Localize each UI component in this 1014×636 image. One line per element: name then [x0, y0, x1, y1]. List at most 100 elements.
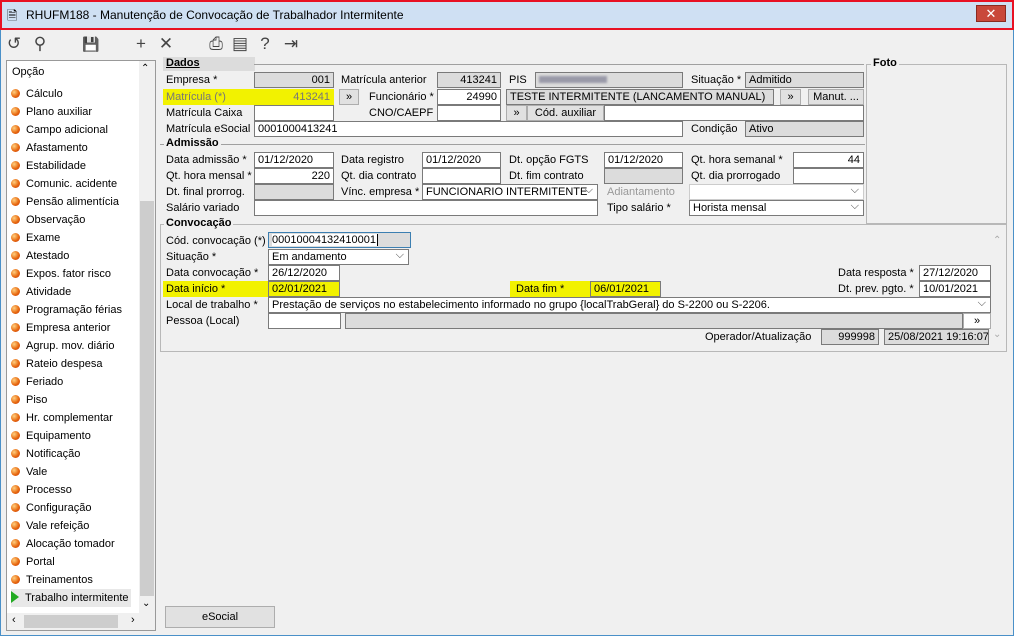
print-icon[interactable]: ⎙ — [206, 34, 226, 54]
data-fim-field[interactable]: 06/01/2021 — [590, 281, 661, 297]
sidebar-item[interactable]: Comunic. acidente — [11, 175, 117, 193]
scroll-left-icon[interactable]: ‹ — [12, 614, 16, 626]
empresa-field[interactable]: 001 — [254, 72, 334, 88]
manut-button[interactable]: Manut. ... — [808, 89, 864, 105]
cod-convocacao-field[interactable]: 00010004132410001 — [268, 232, 411, 248]
sidebar-item[interactable]: Equipamento — [11, 427, 91, 445]
qt-hora-mensal-field[interactable]: 220 — [254, 168, 334, 184]
scroll-thumb[interactable] — [140, 201, 154, 596]
vertical-scrollbar[interactable]: ⌃ ⌄ — [139, 61, 155, 613]
qt-dia-contrato-field[interactable] — [422, 168, 501, 184]
tipo-salario-select[interactable]: Horista mensal — [689, 200, 864, 216]
qt-hora-semanal-field[interactable]: 44 — [793, 152, 864, 168]
pessoa-local-field[interactable] — [268, 313, 341, 329]
cod-auxiliar-button[interactable]: Cód. auxiliar — [527, 105, 604, 121]
cno-caepf-field[interactable] — [437, 105, 501, 121]
sidebar-item[interactable]: Piso — [11, 391, 47, 409]
sidebar-item[interactable]: Cálculo — [11, 85, 63, 103]
cod-convocacao-value: 00010004132410001 — [272, 234, 379, 246]
matricula-lookup-button[interactable]: » — [339, 89, 359, 105]
sidebar-item[interactable]: Exame — [11, 229, 60, 247]
horizontal-scrollbar[interactable]: ‹ › — [7, 613, 155, 630]
sidebar-item[interactable]: Vale — [11, 463, 47, 481]
scroll-down-icon[interactable]: ⌄ — [142, 598, 150, 609]
scroll-right-icon[interactable]: › — [131, 614, 135, 626]
help-icon[interactable]: ? — [255, 34, 275, 54]
dt-final-prorrog-field[interactable] — [254, 184, 334, 200]
data-registro-field[interactable]: 01/12/2020 — [422, 152, 501, 168]
sidebar-item[interactable]: Rateio despesa — [11, 355, 102, 373]
sidebar-item[interactable]: Processo — [11, 481, 72, 499]
sidebar-item-label: Equipamento — [26, 430, 91, 442]
sidebar-item[interactable]: Trabalho intermitente — [11, 589, 131, 607]
scroll-up-icon[interactable]: ⌃ — [141, 63, 149, 74]
dt-fim-contrato-field[interactable] — [604, 168, 683, 184]
esocial-button[interactable]: eSocial — [165, 606, 275, 628]
condicao-label: Condição — [691, 123, 738, 135]
operador-label: Operador/Atualização — [705, 331, 812, 343]
dt-prev-pgto-field[interactable]: 10/01/2021 — [919, 281, 991, 297]
funcionario-field[interactable]: 24990 — [437, 89, 501, 105]
sidebar-item-label: Piso — [26, 394, 48, 406]
pessoa-lookup-button[interactable]: » — [963, 313, 991, 329]
sidebar-item[interactable]: Atividade — [11, 283, 71, 301]
matricula-anterior-field[interactable]: 413241 — [437, 72, 501, 88]
sidebar-item[interactable]: Plano auxiliar — [11, 103, 92, 121]
pessoa-local-name-field — [345, 313, 963, 329]
sidebar-item[interactable]: Notificação — [11, 445, 80, 463]
funcionario-lookup-button[interactable]: » — [780, 89, 801, 105]
sidebar-item[interactable]: Portal — [11, 553, 55, 571]
matricula-esocial-field[interactable]: 0001000413241 — [254, 121, 683, 137]
sidebar-item[interactable]: Atestado — [11, 247, 69, 265]
cod-auxiliar-field[interactable] — [604, 105, 864, 121]
tipo-salario-value: Horista mensal — [693, 202, 767, 214]
matricula-caixa-field[interactable] — [254, 105, 334, 121]
data-inicio-field[interactable]: 02/01/2021 — [268, 281, 340, 297]
exit-icon[interactable]: ⇥ — [281, 34, 301, 54]
delete-icon[interactable]: ✕ — [156, 34, 176, 54]
sidebar-item[interactable]: Hr. complementar — [11, 409, 113, 427]
sidebar-item[interactable]: Alocação tomador — [11, 535, 115, 553]
sidebar-item[interactable]: Observação — [11, 211, 85, 229]
pis-field[interactable] — [535, 72, 683, 88]
local-trabalho-select[interactable]: Prestação de serviços no estabelecimento… — [268, 297, 991, 313]
matricula-anterior-label: Matrícula anterior — [341, 74, 427, 86]
matricula-field[interactable]: 413241 — [254, 89, 334, 105]
sidebar-item[interactable]: Campo adicional — [11, 121, 108, 139]
sidebar-item[interactable]: Empresa anterior — [11, 319, 110, 337]
sidebar-item[interactable]: Treinamentos — [11, 571, 93, 589]
situacao-convocacao-select[interactable]: Em andamento — [268, 249, 409, 265]
vinc-empresa-select[interactable]: FUNCIONARIO INTERMITENTE — [422, 184, 598, 200]
save-icon[interactable]: 💾 — [81, 34, 101, 54]
local-trabalho-label: Local de trabalho * — [166, 299, 258, 311]
data-resposta-field[interactable]: 27/12/2020 — [919, 265, 991, 281]
sidebar-item[interactable]: Expos. fator risco — [11, 265, 111, 283]
sidebar-item[interactable]: Agrup. mov. diário — [11, 337, 114, 355]
calendar-icon[interactable]: ▤ — [230, 34, 250, 54]
bullet-icon — [11, 467, 20, 476]
search-icon[interactable]: ⚲ — [30, 34, 50, 54]
cno-lookup-button[interactable]: » — [506, 105, 527, 121]
data-admissao-field[interactable]: 01/12/2020 — [254, 152, 334, 168]
bullet-icon — [11, 269, 20, 278]
qt-dia-prorrogado-field[interactable] — [793, 168, 864, 184]
sidebar-item[interactable]: Estabilidade — [11, 157, 86, 175]
condicao-field[interactable]: Ativo — [745, 121, 864, 137]
add-icon[interactable]: + — [131, 34, 151, 54]
adiantamento-select[interactable] — [689, 184, 864, 200]
salario-variado-field[interactable] — [254, 200, 598, 216]
hscroll-thumb[interactable] — [24, 615, 118, 628]
sidebar-item[interactable]: Pensão alimentícia — [11, 193, 119, 211]
data-convocacao-field[interactable]: 26/12/2020 — [268, 265, 340, 281]
sidebar-item[interactable]: Configuração — [11, 499, 91, 517]
undo-icon[interactable]: ↺ — [4, 34, 24, 54]
sidebar-item[interactable]: Vale refeição — [11, 517, 89, 535]
situacao-field[interactable]: Admitido — [745, 72, 864, 88]
close-button[interactable]: ✕ — [976, 5, 1006, 22]
dt-opcao-fgts-field[interactable]: 01/12/2020 — [604, 152, 683, 168]
sidebar-item[interactable]: Feriado — [11, 373, 63, 391]
convocacao-scrollbar[interactable]: ⌃ ⌄ — [991, 233, 1005, 345]
bullet-icon — [11, 107, 20, 116]
sidebar-item[interactable]: Afastamento — [11, 139, 88, 157]
sidebar-item[interactable]: Programação férias — [11, 301, 122, 319]
